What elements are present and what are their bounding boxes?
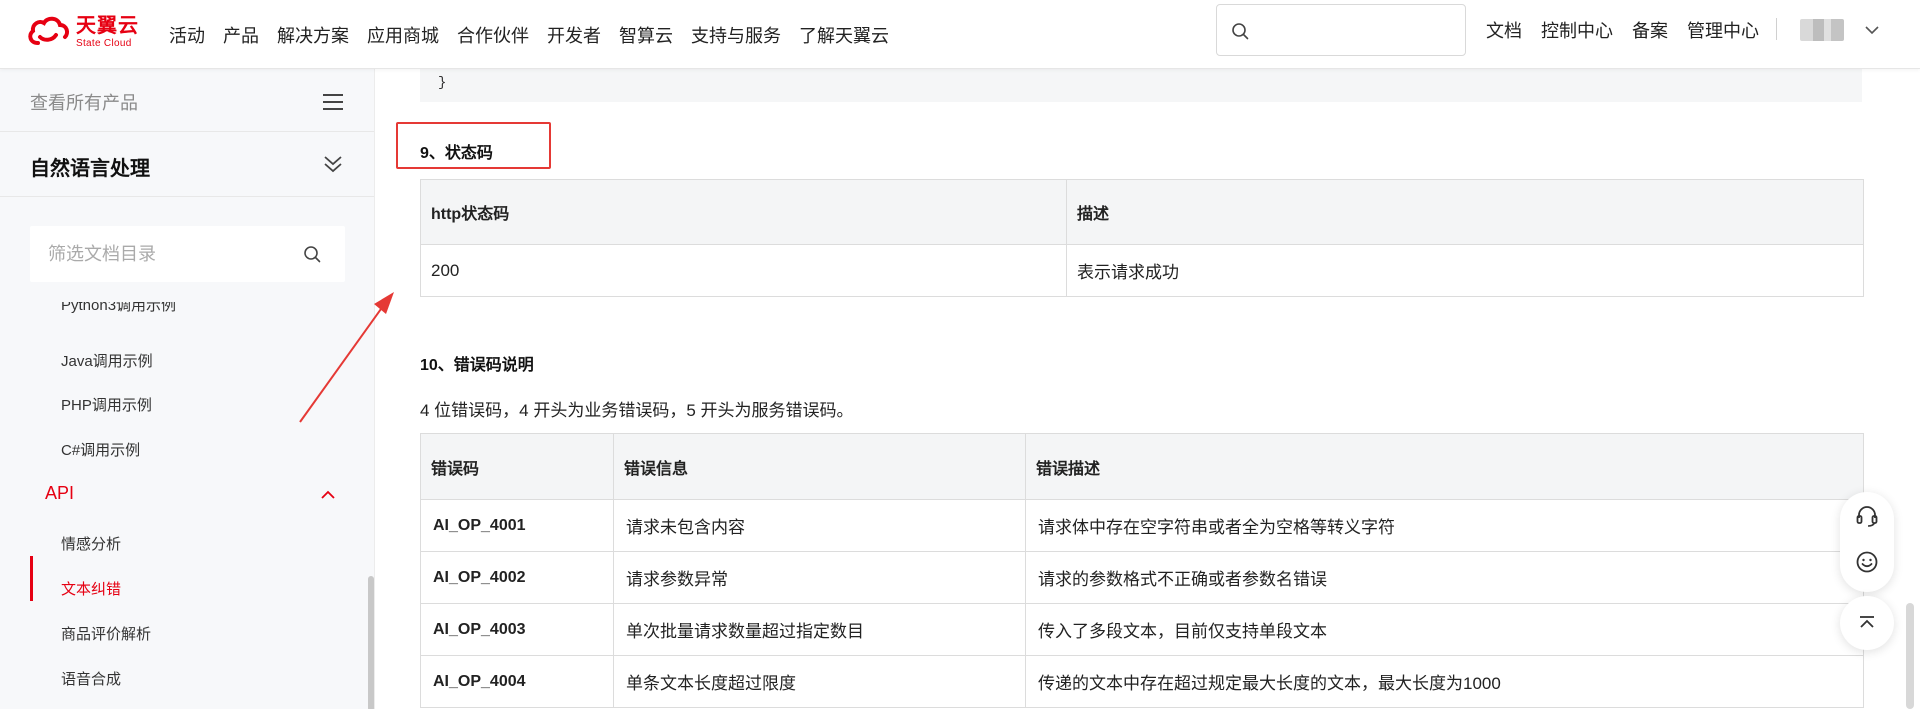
nav-item-support[interactable]: 支持与服务 <box>691 22 781 48</box>
code-block: } <box>420 69 1862 102</box>
table-cell: 请求参数异常 <box>613 551 1026 604</box>
table-cell: 传递的文本中存在超过规定最大长度的文本，最大长度为1000 <box>1025 655 1864 708</box>
product-selector[interactable]: 自然语言处理 <box>0 132 374 197</box>
error-code-heading: 10、错误码说明 <box>420 357 534 374</box>
table-row: AI_OP_4002 请求参数异常 请求的参数格式不正确或者参数名错误 <box>420 551 1864 604</box>
link-docs[interactable]: 文档 <box>1486 17 1522 43</box>
chevron-down-icon[interactable] <box>1864 22 1880 38</box>
menu-icon[interactable] <box>322 93 344 111</box>
nav-item-developers[interactable]: 开发者 <box>547 22 601 48</box>
doc-filter[interactable] <box>30 226 345 282</box>
error-code-intro: 4 位错误码，4 开头为业务错误码，5 开头为服务错误码。 <box>420 401 854 420</box>
cloud-logo-icon <box>28 16 70 45</box>
tree-item-java-example[interactable]: Java调用示例 <box>61 350 153 371</box>
back-to-top-button[interactable] <box>1840 596 1894 650</box>
link-filing[interactable]: 备案 <box>1632 17 1668 43</box>
column-header: 错误信息 <box>613 433 1026 500</box>
nav-item-app-market[interactable]: 应用商城 <box>367 22 439 48</box>
nav-item-products[interactable]: 产品 <box>223 22 259 48</box>
table-cell: 200 <box>420 244 1067 297</box>
table-row: AI_OP_4001 请求未包含内容 请求体中存在空字符串或者全为空格等转义字符 <box>420 499 1864 552</box>
table-cell: 单条文本长度超过限度 <box>613 655 1026 708</box>
table-header-row: http状态码 描述 <box>420 179 1864 245</box>
global-search[interactable] <box>1216 4 1466 56</box>
main-nav: 活动 产品 解决方案 应用商城 合作伙伴 开发者 智算云 支持与服务 了解天翼云 <box>169 0 907 69</box>
table-header-row: 错误码 错误信息 错误描述 <box>420 433 1864 500</box>
tree-item-csharp-example[interactable]: C#调用示例 <box>61 439 140 460</box>
table-cell: 表示请求成功 <box>1066 244 1864 297</box>
brand-logo[interactable]: 天翼云 State Cloud <box>26 13 139 51</box>
brand-name-en: State Cloud <box>76 37 132 49</box>
annotation-highlight-box <box>396 122 551 169</box>
tree-item-review-analysis[interactable]: 商品评价解析 <box>61 623 151 644</box>
annotation-arrow-icon <box>299 292 394 423</box>
table-cell: 传入了多段文本，目前仅支持单段文本 <box>1025 603 1864 656</box>
table-cell: 请求未包含内容 <box>613 499 1026 552</box>
content-scrollbar[interactable] <box>1906 603 1914 709</box>
nav-item-partners[interactable]: 合作伙伴 <box>457 22 529 48</box>
table-row: AI_OP_4003 单次批量请求数量超过指定数目 传入了多段文本，目前仅支持单… <box>420 603 1864 656</box>
nav-item-ai-cloud[interactable]: 智算云 <box>619 22 673 48</box>
chevron-up-icon[interactable] <box>320 488 336 502</box>
search-input[interactable] <box>1261 15 1451 45</box>
smiley-icon[interactable] <box>1855 550 1879 574</box>
all-products-label: 查看所有产品 <box>30 93 138 113</box>
nav-item-about[interactable]: 了解天翼云 <box>799 22 889 48</box>
table-cell: 请求体中存在空字符串或者全为空格等转义字符 <box>1025 499 1864 552</box>
header-divider <box>1776 18 1777 40</box>
all-products-row[interactable]: 查看所有产品 <box>0 69 374 132</box>
product-title: 自然语言处理 <box>30 158 150 180</box>
active-indicator <box>30 556 33 601</box>
table-cell: AI_OP_4004 <box>420 655 614 708</box>
floating-toolbar <box>1840 492 1894 592</box>
table-row: AI_OP_4004 单条文本长度超过限度 传递的文本中存在超过规定最大长度的文… <box>420 655 1864 708</box>
search-icon[interactable] <box>303 245 321 263</box>
link-management[interactable]: 管理中心 <box>1687 17 1759 43</box>
tree-item-python3-example[interactable]: Python3调用示例 <box>61 302 176 315</box>
doc-filter-input[interactable] <box>48 239 288 269</box>
tree-item-php-example[interactable]: PHP调用示例 <box>61 394 152 415</box>
nav-item-activity[interactable]: 活动 <box>169 22 205 48</box>
table-cell: AI_OP_4003 <box>420 603 614 656</box>
error-code-table: 错误码 错误信息 错误描述 AI_OP_4001 请求未包含内容 请求体中存在空… <box>420 433 1864 708</box>
user-avatar[interactable] <box>1800 19 1844 41</box>
tree-item-text-correction[interactable]: 文本纠错 <box>61 578 121 599</box>
header-links: 文档 控制中心 备案 管理中心 <box>1486 0 1778 60</box>
column-header: 描述 <box>1066 179 1864 245</box>
tree-item-speech-synthesis[interactable]: 语音合成 <box>61 668 121 689</box>
back-to-top-icon <box>1860 616 1874 628</box>
column-header: 错误描述 <box>1025 433 1864 500</box>
headset-icon[interactable] <box>1855 504 1879 528</box>
link-console[interactable]: 控制中心 <box>1541 17 1613 43</box>
nav-item-solutions[interactable]: 解决方案 <box>277 22 349 48</box>
tree-group-api[interactable]: API <box>45 483 74 504</box>
table-cell: 请求的参数格式不正确或者参数名错误 <box>1025 551 1864 604</box>
table-cell: 单次批量请求数量超过指定数目 <box>613 603 1026 656</box>
doc-content: } 9、状态码 http状态码 描述 200 表示请求成功 10、错误码说明 4… <box>376 69 1920 709</box>
top-navigation-bar: 天翼云 State Cloud 活动 产品 解决方案 应用商城 合作伙伴 开发者… <box>0 0 1920 69</box>
table-cell: AI_OP_4001 <box>420 499 614 552</box>
status-code-table: http状态码 描述 200 表示请求成功 <box>420 179 1864 297</box>
brand-text: 天翼云 State Cloud <box>76 16 139 49</box>
column-header: http状态码 <box>420 179 1067 245</box>
column-header: 错误码 <box>420 433 614 500</box>
double-chevron-down-icon[interactable] <box>322 154 344 174</box>
table-row: 200 表示请求成功 <box>420 244 1864 297</box>
brand-name-cn: 天翼云 <box>76 14 139 37</box>
sidebar-scrollbar[interactable] <box>368 576 374 709</box>
tree-item-sentiment-analysis[interactable]: 情感分析 <box>61 533 121 554</box>
table-cell: AI_OP_4002 <box>420 551 614 604</box>
code-line: } <box>438 75 447 91</box>
search-icon <box>1232 23 1249 40</box>
